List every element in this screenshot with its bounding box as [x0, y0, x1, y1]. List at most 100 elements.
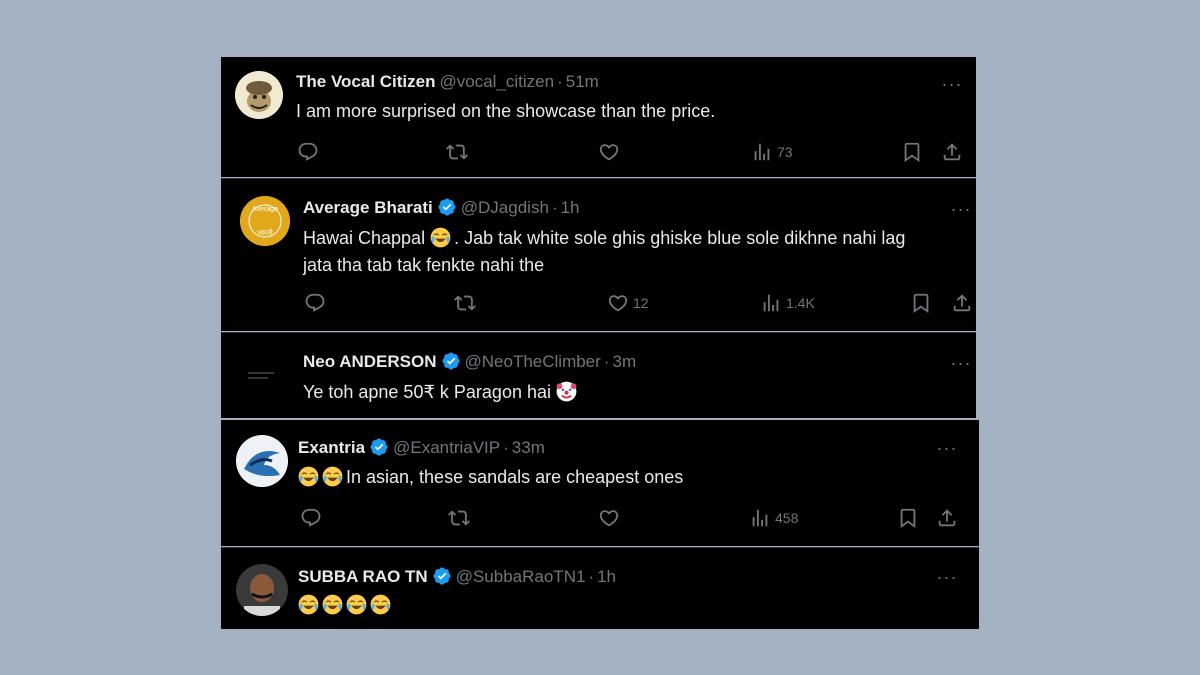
face-with-tears-of-joy-icon — [430, 227, 451, 248]
views-icon — [749, 507, 771, 529]
retweet-icon — [446, 141, 468, 163]
separator-dot: · — [588, 567, 595, 586]
display-name[interactable]: SUBBA RAO TN — [298, 567, 428, 586]
timestamp[interactable]: 33m — [512, 438, 545, 457]
tweet-text: Ye toh apne 50₹ k Paragon hai — [303, 379, 580, 406]
verified-badge-icon — [437, 197, 457, 217]
timestamp[interactable]: 51m — [566, 72, 599, 91]
views-button[interactable]: 73 — [751, 141, 793, 163]
share-icon — [936, 507, 958, 529]
more-options-icon[interactable]: ··· — [935, 568, 959, 588]
reply-button[interactable] — [297, 141, 319, 163]
bookmark-button[interactable] — [910, 292, 932, 314]
reply-icon — [300, 507, 322, 529]
retweet-icon — [454, 292, 476, 314]
tweet-text-part: . Jab tak white sole ghis ghiske blue so… — [454, 228, 906, 248]
timestamp[interactable]: 1h — [597, 567, 616, 586]
separator-dot: · — [551, 198, 558, 217]
share-button[interactable] — [951, 292, 973, 314]
like-count: 12 — [633, 295, 649, 311]
reply-icon — [297, 141, 319, 163]
views-icon — [760, 292, 782, 314]
views-button[interactable]: 1.4K — [760, 292, 815, 314]
views-count: 73 — [777, 144, 793, 160]
face-with-tears-of-joy-icon — [298, 594, 319, 615]
tweet-card[interactable]: Average भारती Average Bharati @DJagdish · 1… — [221, 178, 976, 331]
username[interactable]: @SubbaRaoTN1 — [456, 567, 586, 586]
more-options-icon[interactable]: ··· — [949, 354, 973, 374]
avatar-portrait — [236, 564, 288, 616]
timestamp[interactable]: 3m — [612, 352, 636, 371]
avatar-image — [248, 372, 274, 379]
tweet-text: I am more surprised on the showcase than… — [296, 101, 716, 121]
tweet-header: Neo ANDERSON @NeoTheClimber · 3m — [303, 351, 636, 373]
more-options-icon[interactable]: ··· — [935, 439, 959, 459]
display-name[interactable]: Exantria — [298, 438, 365, 457]
share-icon — [951, 292, 973, 314]
avatar-text-top: Average — [252, 206, 278, 213]
retweet-button[interactable] — [446, 141, 468, 163]
heart-icon — [598, 141, 620, 163]
like-button[interactable] — [598, 141, 620, 163]
avatar[interactable] — [236, 435, 288, 487]
separator-dot: · — [603, 352, 610, 371]
username[interactable]: @NeoTheClimber — [465, 352, 601, 371]
tweet-card[interactable]: SUBBA RAO TN @SubbaRaoTN1 · 1h ··· — [221, 547, 979, 629]
tweet-text-line: jata tha tab tak fenkte nahi the — [303, 255, 545, 275]
tweet-text-part: Ye toh apne 50₹ k Paragon hai — [303, 382, 551, 402]
tweet-text — [298, 592, 394, 619]
avatar-text-bottom: भारती — [257, 230, 273, 237]
views-count: 1.4K — [786, 295, 815, 311]
avatar-badge — [240, 196, 290, 246]
tweet-card[interactable]: Exantria @ExantriaVIP · 33m ··· In asian, t… — [221, 420, 979, 546]
like-button[interactable] — [598, 507, 620, 529]
tweet-header: The Vocal Citizen @vocal_citizen · 51m — [296, 71, 599, 93]
display-name[interactable]: The Vocal Citizen — [296, 72, 436, 91]
tweet-header: SUBBA RAO TN @SubbaRaoTN1 · 1h — [298, 566, 616, 588]
views-icon — [751, 141, 773, 163]
face-with-tears-of-joy-icon — [322, 466, 343, 487]
username[interactable]: @vocal_citizen — [440, 72, 555, 91]
bookmark-button[interactable] — [897, 507, 919, 529]
reply-button[interactable] — [304, 292, 326, 314]
display-name[interactable]: Neo ANDERSON — [303, 352, 437, 371]
views-button[interactable]: 458 — [749, 507, 798, 529]
more-options-icon[interactable]: ··· — [940, 75, 964, 95]
timestamp[interactable]: 1h — [561, 198, 580, 217]
username[interactable]: @ExantriaVIP — [393, 438, 500, 457]
share-button[interactable] — [936, 507, 958, 529]
share-button[interactable] — [941, 141, 963, 163]
avatar[interactable]: Average भारती — [240, 196, 290, 246]
avatar[interactable] — [235, 71, 283, 119]
avatar-illustration — [235, 71, 283, 119]
like-button[interactable]: 12 — [607, 292, 649, 314]
verified-badge-icon — [432, 566, 452, 586]
verified-badge-icon — [369, 437, 389, 457]
more-options-icon[interactable]: ··· — [949, 200, 973, 220]
tweet-card[interactable]: Neo ANDERSON @NeoTheClimber · 3m ··· Ye toh… — [221, 332, 976, 418]
heart-icon — [607, 292, 629, 314]
reply-button[interactable] — [300, 507, 322, 529]
avatar-logo — [236, 435, 288, 487]
username[interactable]: @DJagdish — [461, 198, 549, 217]
share-icon — [941, 141, 963, 163]
bookmark-icon — [897, 507, 919, 529]
views-count: 458 — [775, 510, 799, 526]
face-with-tears-of-joy-icon — [370, 594, 391, 615]
avatar[interactable] — [240, 350, 290, 400]
tweet-header: Average Bharati @DJagdish · 1h — [303, 197, 580, 219]
face-with-tears-of-joy-icon — [298, 466, 319, 487]
bookmark-icon — [901, 141, 923, 163]
bookmark-icon — [910, 292, 932, 314]
tweet-card[interactable]: The Vocal Citizen @vocal_citizen · 51m ··· … — [221, 57, 976, 177]
retweet-button[interactable] — [448, 507, 470, 529]
face-with-tears-of-joy-icon — [322, 594, 343, 615]
display-name[interactable]: Average Bharati — [303, 198, 433, 217]
tweet-text-part: In asian, these sandals are cheapest one… — [346, 467, 684, 487]
avatar[interactable] — [236, 564, 288, 616]
clown-face-icon — [556, 381, 577, 402]
tweet-header: Exantria @ExantriaVIP · 33m — [298, 437, 545, 459]
bookmark-button[interactable] — [901, 141, 923, 163]
verified-badge-icon — [441, 351, 461, 371]
retweet-button[interactable] — [454, 292, 476, 314]
